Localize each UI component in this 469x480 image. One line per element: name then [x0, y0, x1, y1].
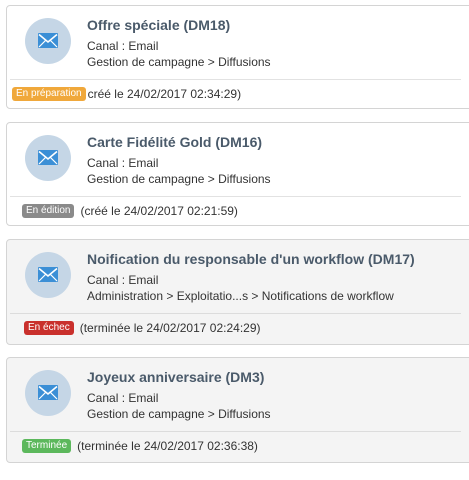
- delivery-path: Gestion de campagne > Diffusions: [87, 55, 271, 69]
- delivery-card[interactable]: Joyeux anniversaire (DM3) Canal : Email …: [6, 357, 469, 463]
- status-badge: En préparation: [12, 87, 86, 101]
- delivery-title[interactable]: Joyeux anniversaire (DM3): [87, 369, 264, 385]
- envelope-icon: [38, 33, 58, 48]
- card-divider: [10, 431, 461, 432]
- delivery-date: créé le 24/02/2017 02:34:29): [87, 87, 242, 101]
- status-badge: En édition: [22, 204, 75, 218]
- delivery-card[interactable]: Noification du responsable d'un workflow…: [6, 239, 469, 345]
- delivery-footer: En échec (terminée le 24/02/2017 02:24:2…: [24, 320, 261, 336]
- delivery-channel: Canal : Email: [87, 391, 159, 405]
- delivery-avatar: [25, 18, 71, 64]
- delivery-title[interactable]: Noification du responsable d'un workflow…: [87, 251, 415, 267]
- delivery-avatar: [25, 135, 71, 181]
- delivery-path: Administration > Exploitatio...s > Notif…: [87, 289, 394, 303]
- delivery-path: Gestion de campagne > Diffusions: [87, 172, 271, 186]
- delivery-avatar: [25, 370, 71, 416]
- status-badge: Terminée: [22, 439, 72, 453]
- delivery-card[interactable]: Offre spéciale (DM18) Canal : Email Gest…: [6, 5, 469, 109]
- status-badge: En échec: [24, 321, 74, 335]
- delivery-channel: Canal : Email: [87, 39, 159, 53]
- envelope-icon: [38, 385, 58, 400]
- envelope-icon: [38, 267, 58, 282]
- delivery-channel: Canal : Email: [87, 273, 159, 287]
- delivery-title[interactable]: Carte Fidélité Gold (DM16): [87, 134, 262, 150]
- delivery-channel: Canal : Email: [87, 156, 159, 170]
- envelope-icon: [38, 150, 58, 165]
- delivery-footer: Terminée (terminée le 24/02/2017 02:36:3…: [22, 438, 258, 454]
- delivery-date: (créé le 24/02/2017 02:21:59): [80, 204, 238, 218]
- card-divider: [10, 79, 461, 80]
- delivery-path: Gestion de campagne > Diffusions: [87, 407, 271, 421]
- delivery-date: (terminée le 24/02/2017 02:36:38): [77, 439, 258, 453]
- delivery-footer: En préparation créé le 24/02/2017 02:34:…: [12, 86, 241, 102]
- card-divider: [10, 196, 461, 197]
- delivery-date: (terminée le 24/02/2017 02:24:29): [79, 321, 261, 335]
- delivery-card[interactable]: Carte Fidélité Gold (DM16) Canal : Email…: [6, 122, 469, 226]
- delivery-footer: En édition (créé le 24/02/2017 02:21:59): [22, 203, 238, 219]
- delivery-title[interactable]: Offre spéciale (DM18): [87, 17, 230, 33]
- delivery-avatar: [25, 252, 71, 298]
- card-divider: [10, 313, 461, 314]
